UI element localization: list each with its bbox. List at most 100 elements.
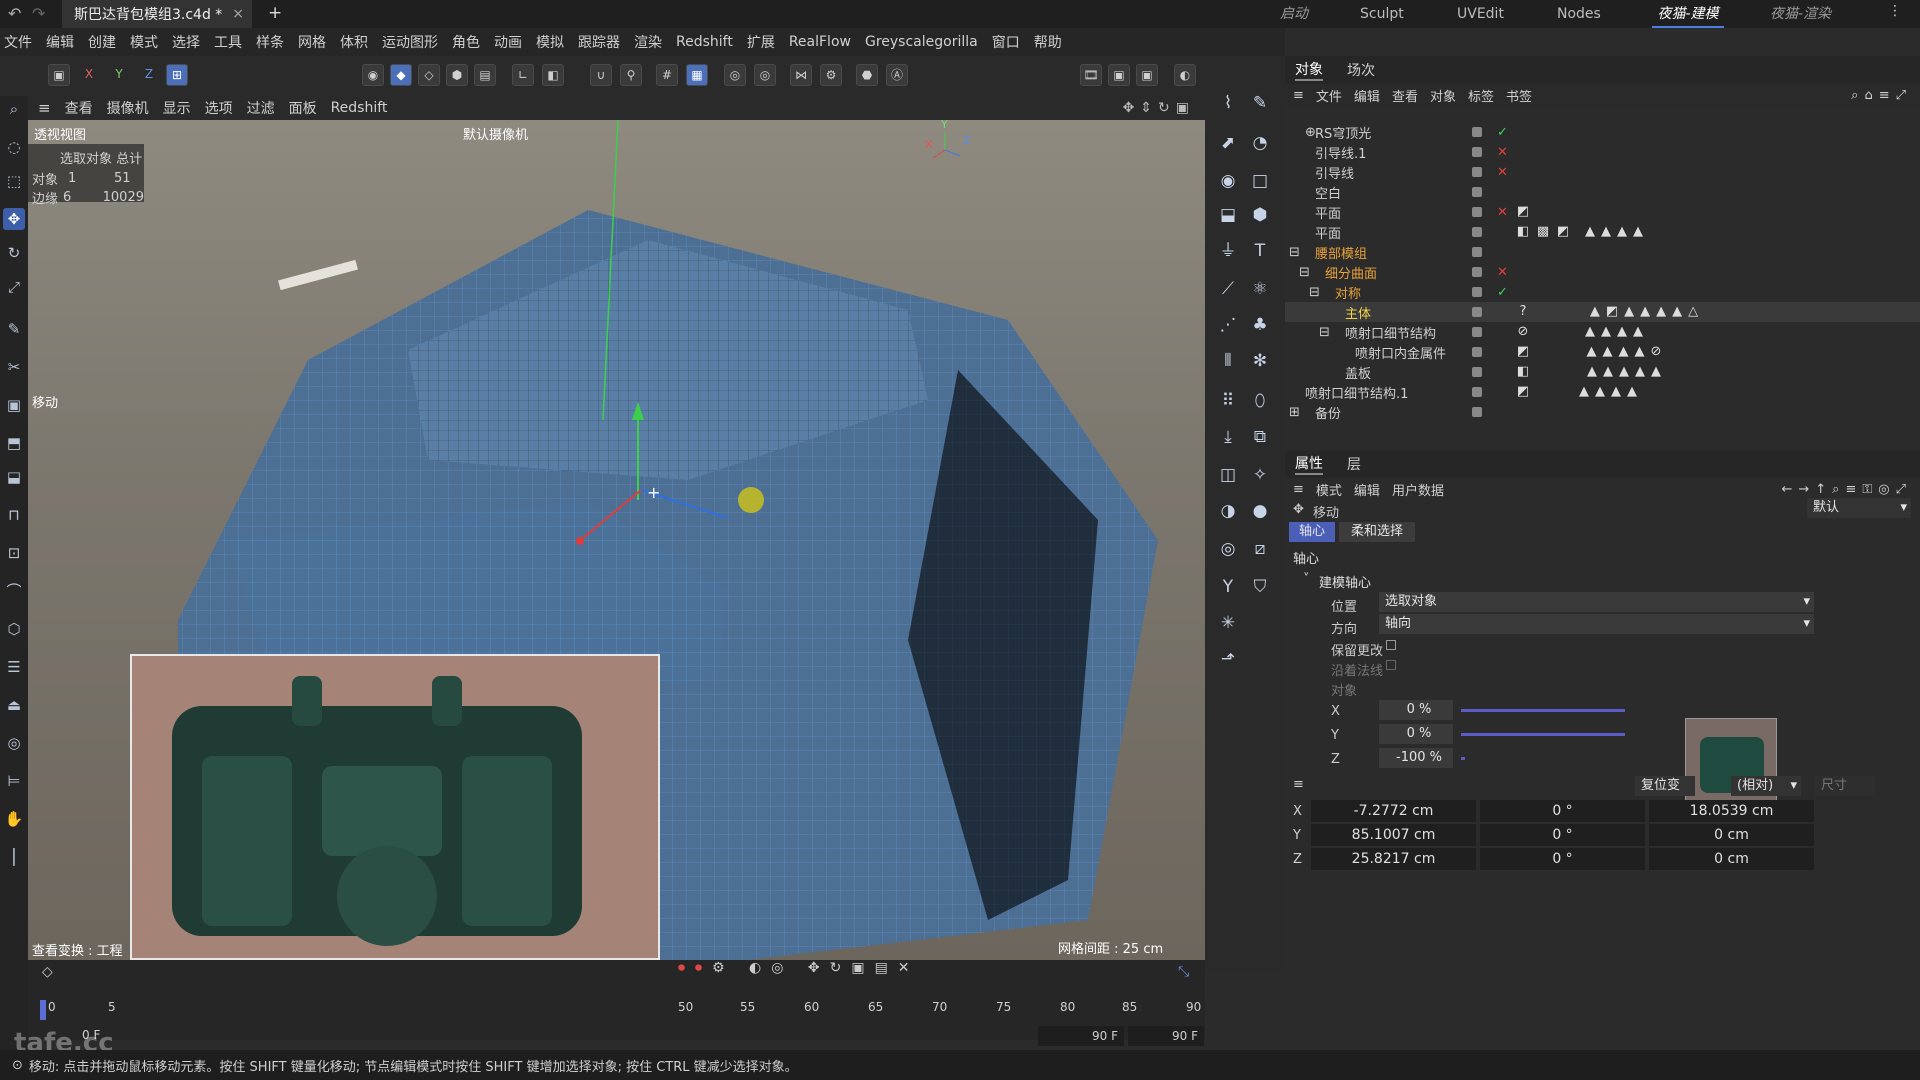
box-select-icon[interactable]: ⬚ <box>3 170 25 192</box>
tag-icons[interactable]: ▲▲▲▲ <box>1577 224 1657 240</box>
grab-icon[interactable]: ✋ <box>3 808 25 830</box>
workplane-icon[interactable]: ◎ <box>724 64 746 86</box>
close-tab-icon[interactable]: × <box>232 6 244 22</box>
tree-item[interactable]: 引导线.1 ✕ <box>1285 142 1920 162</box>
menu-select[interactable]: 选择 <box>172 32 200 52</box>
add-tab-icon[interactable]: + <box>268 3 282 23</box>
render-region-icon[interactable]: ⬣ <box>856 64 878 86</box>
menu-edit[interactable]: 编辑 <box>46 32 74 52</box>
enabled-check-icon[interactable]: ✓ <box>1497 285 1508 300</box>
tree-item[interactable]: 喷射口内金属件 ◩ ▲▲▲▲⊘ <box>1285 342 1920 362</box>
tree-item-selected[interactable]: 主体? ▲◩▲▲▲▲△ <box>1285 302 1920 322</box>
spline-pen-icon[interactable]: ⌇ <box>1215 90 1241 116</box>
camera-label[interactable]: 默认摄像机 <box>463 124 528 143</box>
vp-menu-redshift[interactable]: Redshift <box>331 100 388 116</box>
rotate-tool-icon[interactable]: ↻ <box>3 242 25 264</box>
mode-uvedit[interactable]: UVEdit <box>1457 0 1504 28</box>
camera-icon[interactable]: ◉ <box>1215 168 1241 194</box>
axis-x-slider[interactable] <box>1461 709 1625 712</box>
mode-nodes[interactable]: Nodes <box>1557 0 1601 28</box>
sketch-icon[interactable]: ✎ <box>1247 90 1273 116</box>
tab-takes[interactable]: 场次 <box>1347 60 1375 80</box>
tag-icon[interactable]: ? <box>1515 304 1531 320</box>
menu-redshift[interactable]: Redshift <box>676 34 733 50</box>
symmetry-icon[interactable]: ⋈ <box>790 64 812 86</box>
plane-icon[interactable]: □ <box>1247 168 1273 194</box>
attr-menu-mode[interactable]: 模式 <box>1316 480 1342 499</box>
tag-icon[interactable]: ▩ <box>1535 224 1551 240</box>
om-search-icons[interactable]: ⌕⌂≡⤢ <box>1851 88 1912 103</box>
pos-y-field[interactable]: 85.1007 cm <box>1311 824 1476 846</box>
menu-tools[interactable]: 工具 <box>214 32 242 52</box>
live-select-icon[interactable]: ◌ <box>3 136 25 158</box>
rot-x-field[interactable]: 0 ° <box>1480 800 1645 822</box>
light-icon[interactable]: ✧ <box>1247 462 1273 488</box>
menu-mograph[interactable]: 运动图形 <box>382 32 438 52</box>
end-frame-field[interactable]: 90 F <box>1038 1026 1124 1046</box>
tree-item[interactable]: ⊕ RS穹顶光 ✓ <box>1285 122 1920 142</box>
render-settings-icon[interactable]: ▣ <box>1136 64 1158 86</box>
snap-icon[interactable]: # <box>656 64 678 86</box>
om-menu-bookmarks[interactable]: 书签 <box>1506 86 1532 105</box>
redshift-ipr-icon[interactable]: ◐ <box>1174 64 1196 86</box>
visibility-dot[interactable] <box>1472 207 1482 217</box>
select-arrow-icon[interactable]: ⬈ <box>1215 130 1241 156</box>
tweak-mode-icon[interactable]: ◧ <box>542 64 564 86</box>
visibility-dot[interactable] <box>1472 147 1482 157</box>
tag-icon[interactable]: ◧ <box>1515 364 1531 380</box>
render-picture-icon[interactable]: ▣ <box>1108 64 1130 86</box>
om-menu-object[interactable]: 对象 <box>1430 86 1456 105</box>
menu-window[interactable]: 窗口 <box>992 32 1020 52</box>
mirror-icon[interactable]: ⫴ <box>1215 348 1241 374</box>
particles-icon[interactable]: ✳ <box>1215 610 1241 636</box>
menu-realflow[interactable]: RealFlow <box>789 34 851 50</box>
axis-z-slider[interactable] <box>1461 757 1465 760</box>
menu-volume[interactable]: 体积 <box>340 32 368 52</box>
vp-menu-display[interactable]: 显示 <box>163 98 191 118</box>
connect-icon[interactable]: ⧄ <box>1247 536 1273 562</box>
attr-menu-edit[interactable]: 编辑 <box>1354 480 1380 499</box>
menu-file[interactable]: 文件 <box>4 32 32 52</box>
material-tag-icon[interactable]: ◧ <box>1515 224 1531 240</box>
size-mode-dropdown[interactable]: 尺寸 <box>1815 776 1875 796</box>
rot-y-field[interactable]: 0 ° <box>1480 824 1645 846</box>
mode-night-render[interactable]: 夜猫-渲染 <box>1770 0 1831 28</box>
bucket-icon[interactable]: ⛉ <box>1247 574 1273 600</box>
menu-tracker[interactable]: 跟踪器 <box>578 32 620 52</box>
expand-icon[interactable]: ⊟ <box>1289 245 1300 260</box>
workplane-align-icon[interactable]: ◎ <box>754 64 776 86</box>
grid-array-icon[interactable]: ⠿ <box>1215 388 1241 414</box>
redo-icon[interactable]: ↷ <box>32 4 45 23</box>
extrude-icon[interactable]: ⬒ <box>3 432 25 454</box>
hamburger-icon[interactable]: ≡ <box>1293 777 1304 792</box>
settings-icon[interactable]: ⚙ <box>820 64 842 86</box>
subdivide-icon[interactable]: ⬓ <box>1215 202 1241 228</box>
pos-z-field[interactable]: 25.8217 cm <box>1311 848 1476 870</box>
om-menu-edit[interactable]: 编辑 <box>1354 86 1380 105</box>
menu-spline[interactable]: 样条 <box>256 32 284 52</box>
loop-cut-icon[interactable]: ⊡ <box>3 542 25 564</box>
disabled-x-icon[interactable]: ✕ <box>1497 165 1508 180</box>
visibility-dot[interactable] <box>1472 307 1482 317</box>
om-menu-file[interactable]: 文件 <box>1316 86 1342 105</box>
text-icon[interactable]: T <box>1247 238 1273 264</box>
search-icon[interactable]: ⌕ <box>3 98 25 120</box>
subtab-soft-selection[interactable]: 柔和选择 <box>1339 522 1415 542</box>
viewport-nav-icons[interactable]: ✥⇕↻▣ <box>1123 100 1195 116</box>
align-icon[interactable]: ⊨ <box>3 770 25 792</box>
visibility-dot[interactable] <box>1472 247 1482 257</box>
visibility-dot[interactable] <box>1472 367 1482 377</box>
rot-z-field[interactable]: 0 ° <box>1480 848 1645 870</box>
sphere-icon[interactable]: ● <box>1247 498 1273 524</box>
visibility-dot[interactable] <box>1472 227 1482 237</box>
tab-attributes[interactable]: 属性 <box>1295 453 1323 475</box>
reset-transform-button[interactable]: 复位变 <box>1635 776 1695 796</box>
more-icon[interactable]: ⋮ <box>1888 3 1902 19</box>
tree-item[interactable]: 盖板 ◧ ▲▲▲▲▲ <box>1285 362 1920 382</box>
eye-icon[interactable]: ◎ <box>1215 536 1241 562</box>
scale-tool-icon[interactable]: ⤢ <box>3 276 25 298</box>
tab-objects[interactable]: 对象 <box>1295 59 1323 81</box>
tree-item[interactable]: ⊟ 腰部模组 <box>1285 242 1920 262</box>
tree-item[interactable]: ⊟ 喷射口细节结构 ⊘ ▲▲▲▲ <box>1285 322 1920 342</box>
generator-icon[interactable]: ⚛ <box>1247 276 1273 302</box>
